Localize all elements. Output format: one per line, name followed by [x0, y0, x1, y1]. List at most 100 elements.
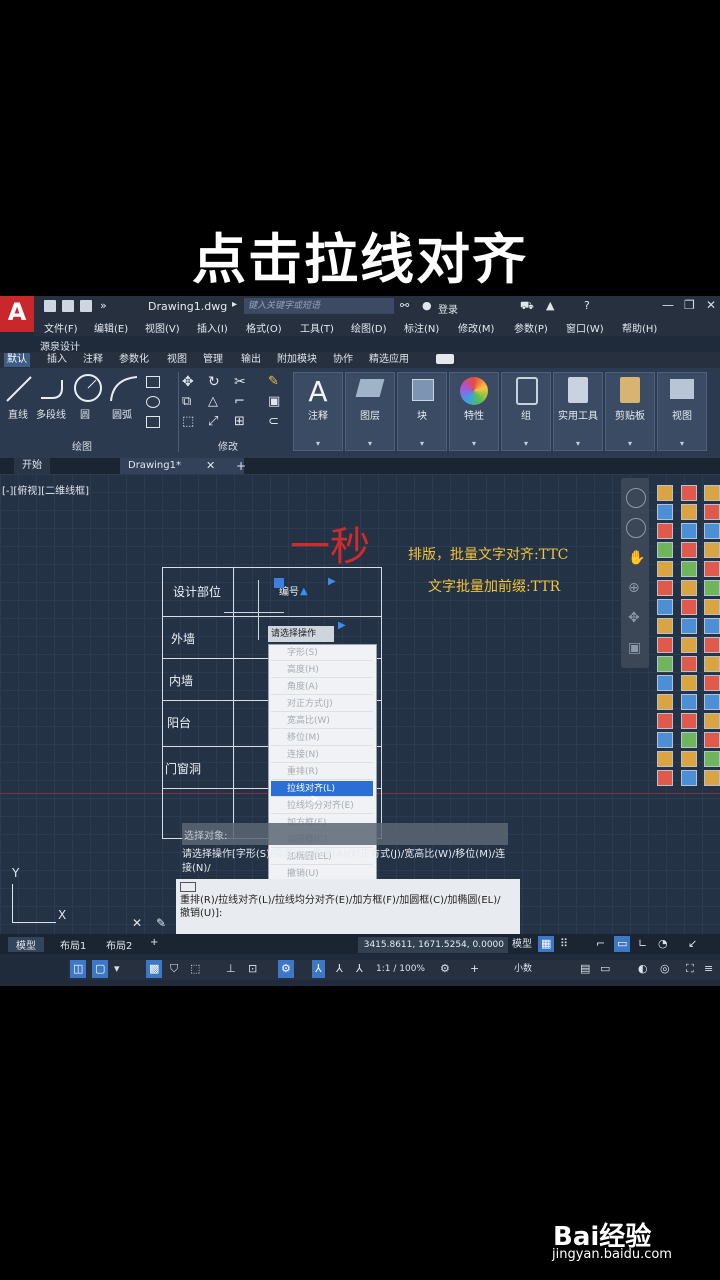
tool-icon[interactable] — [657, 542, 673, 558]
close-tab-icon[interactable]: ✕ — [206, 458, 215, 474]
menu-draw[interactable]: 绘图(D) — [351, 320, 387, 335]
circle-tool-icon[interactable] — [72, 372, 104, 404]
arc-tool-icon[interactable] — [108, 374, 140, 404]
trim-tool-icon[interactable]: ✂ — [234, 374, 246, 390]
cart-icon[interactable]: ⛟ — [520, 299, 534, 314]
isolate-objects-icon[interactable]: ◐ — [638, 960, 648, 978]
tool-icon[interactable] — [657, 580, 673, 596]
units-dropdown[interactable]: 小数 — [514, 960, 532, 978]
selection-cycling-icon[interactable]: ⛉ — [170, 960, 178, 978]
showmotion-icon[interactable]: ▣ — [628, 640, 641, 656]
tool-icon[interactable] — [704, 561, 720, 577]
full-screen-icon[interactable]: ⛶ — [686, 960, 694, 978]
fillet-tool-icon[interactable]: ⌐ — [234, 394, 245, 409]
auto-scale-icon[interactable]: ⅄ — [356, 960, 363, 978]
menu-parametric[interactable]: 参数(P) — [514, 320, 548, 335]
line-tool-icon[interactable] — [4, 374, 34, 404]
table-cell-balcony[interactable]: 阳台 — [167, 714, 191, 731]
menu-dimension[interactable]: 标注(N) — [404, 320, 439, 335]
tool-icon[interactable] — [681, 637, 697, 653]
menu-item-line-align[interactable]: 拉线对齐(L) — [271, 781, 373, 797]
hatch-tool-icon[interactable] — [146, 416, 160, 428]
command-close-icon[interactable]: ✕ — [132, 916, 142, 930]
tool-icon[interactable] — [681, 694, 697, 710]
menu-item-height[interactable]: 高度(H) — [271, 662, 373, 678]
tool-icon[interactable] — [657, 637, 673, 653]
tool-icon[interactable] — [657, 561, 673, 577]
plus-icon[interactable]: + — [470, 960, 479, 978]
grip-arrow-icon[interactable]: ▲ — [300, 586, 308, 597]
new-tab-icon[interactable]: + — [236, 458, 246, 474]
tab-view[interactable]: 视图 — [164, 353, 190, 367]
3d-osnap-icon[interactable]: ▢ — [92, 960, 109, 978]
menu-item-rearrange[interactable]: 重排(R) — [271, 764, 373, 780]
zoom-icon[interactable]: ⊕ — [628, 580, 640, 596]
login-button[interactable]: 登录 — [438, 301, 458, 316]
tool-icon[interactable] — [681, 485, 697, 501]
array-tool-icon[interactable]: ⊞ — [234, 414, 245, 429]
help-icon[interactable]: ? — [584, 299, 590, 312]
tool-icon[interactable] — [657, 770, 673, 786]
view-panel-button[interactable]: 视图 ▾ — [657, 372, 707, 451]
tab-layout2[interactable]: 布局2 — [106, 937, 132, 952]
tool-icon[interactable] — [681, 618, 697, 634]
table-cell-door-window[interactable]: 门窗洞 — [165, 760, 201, 777]
menu-window[interactable]: 窗口(W) — [566, 320, 604, 335]
command-customize-icon[interactable]: ✎ — [156, 916, 166, 930]
move-tool-icon[interactable]: ✥ — [182, 374, 194, 390]
grip-icon[interactable] — [274, 578, 284, 588]
tab-output[interactable]: 输出 — [238, 353, 264, 367]
open-file-icon[interactable] — [62, 300, 74, 312]
customize-icon[interactable]: ≡ — [704, 960, 713, 978]
search-input[interactable]: 键入关键字或短语 — [244, 298, 394, 314]
isodraft-icon[interactable]: ↙ — [688, 936, 697, 952]
save-icon[interactable] — [80, 300, 92, 312]
tab-manage[interactable]: 管理 — [200, 353, 226, 367]
menu-yuanquan[interactable]: 源泉设计 — [40, 338, 80, 353]
menu-tools[interactable]: 工具(T) — [300, 320, 334, 335]
menu-item-connect[interactable]: 连接(N) — [271, 747, 373, 763]
table-cell-exterior-wall[interactable]: 外墙 — [171, 630, 195, 647]
infer-constraints-icon[interactable]: ⌐ — [596, 936, 605, 952]
menu-item-justify[interactable]: 对正方式(J) — [271, 696, 373, 712]
tool-icon[interactable] — [704, 485, 720, 501]
orbit-icon[interactable] — [626, 518, 646, 538]
tab-insert[interactable]: 插入 — [44, 353, 70, 367]
pencil-icon[interactable]: ✎ — [268, 374, 279, 389]
hardware-accel-icon[interactable]: ◎ — [660, 960, 670, 978]
tool-icon[interactable] — [704, 523, 720, 539]
tool-icon[interactable] — [704, 751, 720, 767]
tab-drawing1[interactable]: Drawing1* — [120, 458, 244, 474]
grip-arrow-icon[interactable]: ▶ — [338, 620, 346, 631]
tool-icon[interactable] — [681, 580, 697, 596]
menu-format[interactable]: 格式(O) — [246, 320, 282, 335]
menu-item-angle[interactable]: 角度(A) — [271, 679, 373, 695]
binoculars-icon[interactable]: ⚯ — [400, 299, 409, 312]
tab-default[interactable]: 默认 — [4, 353, 30, 367]
menu-edit[interactable]: 编辑(E) — [94, 320, 128, 335]
command-history-icon[interactable] — [180, 882, 196, 892]
tool-icon[interactable] — [704, 732, 720, 748]
tool-icon[interactable] — [704, 542, 720, 558]
menu-insert[interactable]: 插入(I) — [197, 320, 228, 335]
tool-icon[interactable] — [657, 504, 673, 520]
block-panel-button[interactable]: 块 ▾ — [397, 372, 447, 451]
menu-item-line-distribute[interactable]: 拉线均分对齐(E) — [271, 798, 373, 814]
tab-annotate[interactable]: 注释 — [80, 353, 106, 367]
tool-icon[interactable] — [704, 599, 720, 615]
tab-model[interactable]: 模型 — [8, 937, 44, 952]
table-cell-interior-wall[interactable]: 内墙 — [169, 672, 193, 689]
mirror-tool-icon[interactable]: △ — [208, 394, 218, 409]
viewport-controls[interactable]: [-][俯视][二维线框] — [2, 482, 89, 497]
tool-icon[interactable] — [657, 732, 673, 748]
menu-help[interactable]: 帮助(H) — [622, 320, 657, 335]
tool-icon[interactable] — [681, 770, 697, 786]
add-layout-icon[interactable]: + — [150, 937, 158, 948]
object-snap-icon[interactable]: ◫ — [70, 960, 87, 978]
tool-icon[interactable] — [681, 751, 697, 767]
tool-icon[interactable] — [657, 523, 673, 539]
rotate-tool-icon[interactable]: ↻ — [208, 374, 220, 390]
close-button[interactable]: ✕ — [706, 298, 716, 312]
tool-icon[interactable] — [657, 485, 673, 501]
tool-icon[interactable] — [681, 561, 697, 577]
